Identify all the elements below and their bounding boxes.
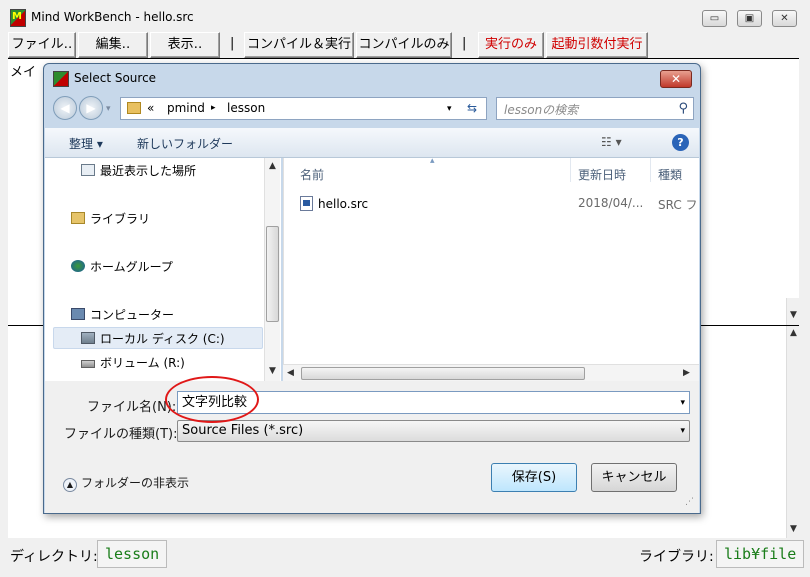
nav-item-volume[interactable]: ボリューム (R:) [81,354,185,371]
file-modified: 2018/04/... [578,196,644,210]
sort-indicator-icon: ▴ [430,156,435,166]
new-folder-button[interactable]: 新しいフォルダー [137,135,233,152]
output-scrollbar[interactable]: ▲ ▼ [786,326,800,538]
organize-button[interactable]: 整理 ▾ [69,135,103,152]
filename-dropdown-icon[interactable]: ▾ [680,393,685,414]
app-logo-icon [53,71,69,87]
column-separator[interactable] [650,158,651,182]
minimize-button[interactable]: ▭ [702,10,727,27]
scroll-down-icon[interactable]: ▼ [790,310,797,320]
computer-icon [71,308,85,320]
column-header-modified[interactable]: 更新日時 [578,166,626,183]
app-logo-icon: M [10,9,26,27]
scroll-left-icon[interactable]: ◀ [287,368,294,378]
filetype-dropdown-icon[interactable]: ▾ [680,421,685,441]
drive-icon [81,360,95,368]
edit-menu-button[interactable]: 編集‥ [78,32,148,58]
file-name: hello.src [318,197,369,211]
breadcrumb-separator-icon[interactable]: ▸ [211,103,216,113]
window-title: Mind WorkBench - hello.src [31,10,194,24]
main-title-bar: M Mind WorkBench - hello.src ▭ ▣ ✕ [0,0,810,32]
homegroup-icon [71,260,85,272]
column-header-type[interactable]: 種類 [658,166,682,183]
address-bar[interactable]: « pmind ▸ lesson ▾ ⇆ [120,97,487,120]
annotation-circle [165,376,259,423]
close-button[interactable]: ✕ [772,10,797,27]
view-menu-button[interactable]: 表示‥ [150,32,220,58]
scroll-up-icon[interactable]: ▲ [269,161,276,171]
save-button[interactable]: 保存(S) [491,463,577,492]
menu-separator: | [462,36,467,51]
editor-label: メイ [10,65,37,80]
file-row[interactable]: hello.src [300,196,368,211]
search-icon[interactable]: ⚲ [678,101,688,116]
drive-icon [81,332,95,344]
view-options-icon[interactable]: ☷ ▾ [601,135,622,149]
directory-value[interactable]: lesson [97,540,168,568]
menu-bar: ファイル‥ 編集‥ 表示‥ | コンパイル＆実行 コンパイルのみ | 実行のみ … [8,32,798,58]
library-label: ライブラリ: [639,549,714,565]
nav-item-libraries[interactable]: ライブラリ [71,210,150,227]
nav-scrollbar[interactable]: ▲ ▼ [264,158,280,381]
breadcrumb-lesson[interactable]: lesson [227,101,265,115]
collapse-up-icon: ▲ [63,478,77,492]
scroll-up-icon[interactable]: ▲ [790,328,797,338]
scrollbar-thumb[interactable] [266,226,279,322]
directory-label: ディレクトリ: [10,549,98,565]
navigation-pane: 最近表示した場所 ライブラリ ホームグループ コンピューター ローカル ディスク… [45,158,281,381]
run-only-button[interactable]: 実行のみ [478,32,544,58]
dialog-toolbar: 整理 ▾ 新しいフォルダー ☷ ▾ ? [45,128,699,158]
resize-grip-icon[interactable]: ⋰ [685,497,694,507]
library-value[interactable]: lib¥file [716,540,805,568]
file-list-pane: 名前 ▴ 更新日時 種類 hello.src 2018/04/... SRC フ [283,156,699,381]
breadcrumb-pmind[interactable]: pmind [167,101,205,115]
search-placeholder[interactable]: lessonの検索 [504,101,578,118]
address-dropdown-icon[interactable]: ▾ [447,104,452,114]
back-arrow-icon[interactable]: ◀ [53,96,77,120]
maximize-button[interactable]: ▣ [737,10,762,27]
cancel-button[interactable]: キャンセル [591,463,677,492]
nav-item-recent[interactable]: 最近表示した場所 [81,162,196,179]
forward-arrow-icon[interactable]: ▶ [79,96,103,120]
history-dropdown-icon[interactable]: ▾ [106,104,111,114]
run-with-args-button[interactable]: 起動引数付実行 [546,32,648,58]
scroll-down-icon[interactable]: ▼ [790,524,797,534]
column-separator[interactable] [570,158,571,182]
column-header-name[interactable]: 名前 [300,166,324,183]
compile-run-button[interactable]: コンパイル＆実行 [244,32,354,58]
refresh-icon[interactable]: ⇆ [467,101,477,115]
search-box[interactable]: lessonの検索 ⚲ [496,97,694,120]
dialog-close-button[interactable]: ✕ [660,70,692,88]
editor-scrollbar[interactable]: ▼ [786,298,800,325]
nav-item-homegroup[interactable]: ホームグループ [71,258,173,275]
select-source-dialog: Select Source ✕ ◀ ▶ ▾ « pmind ▸ lesson ▾… [43,63,701,514]
status-bar: ディレクトリ: lesson ライブラリ: lib¥file [0,538,810,577]
breadcrumb-prefix[interactable]: « [147,101,154,115]
file-menu-button[interactable]: ファイル‥ [8,32,76,58]
dialog-title: Select Source [74,71,157,85]
folder-icon [127,102,141,114]
nav-item-computer[interactable]: コンピューター [71,306,174,323]
dialog-lower-section: ファイル名(N): 文字列比較 ▾ ファイルの種類(T): Source Fil… [45,381,699,513]
navigation-row: ◀ ▶ ▾ « pmind ▸ lesson ▾ ⇆ lessonの検索 ⚲ [50,94,694,124]
filetype-select[interactable]: Source Files (*.src) ▾ [177,420,690,442]
help-icon[interactable]: ? [672,134,689,151]
scroll-down-icon[interactable]: ▼ [269,366,276,376]
source-file-icon [300,196,313,211]
scrollbar-thumb[interactable] [301,367,585,380]
menu-separator: | [230,36,235,51]
file-type: SRC フ [658,198,698,212]
file-list-hscrollbar[interactable]: ◀ ▶ [283,364,699,381]
filetype-label: ファイルの種類(T): [64,427,178,442]
scroll-right-icon[interactable]: ▶ [683,368,690,378]
compile-only-button[interactable]: コンパイルのみ [356,32,452,58]
filename-label: ファイル名(N): [87,400,177,415]
libraries-icon [71,212,85,224]
hide-folders-toggle[interactable]: ▲ フォルダーの非表示 [63,474,189,492]
recent-places-icon [81,164,95,176]
nav-item-local-disk[interactable]: ローカル ディスク (C:) [81,330,225,347]
